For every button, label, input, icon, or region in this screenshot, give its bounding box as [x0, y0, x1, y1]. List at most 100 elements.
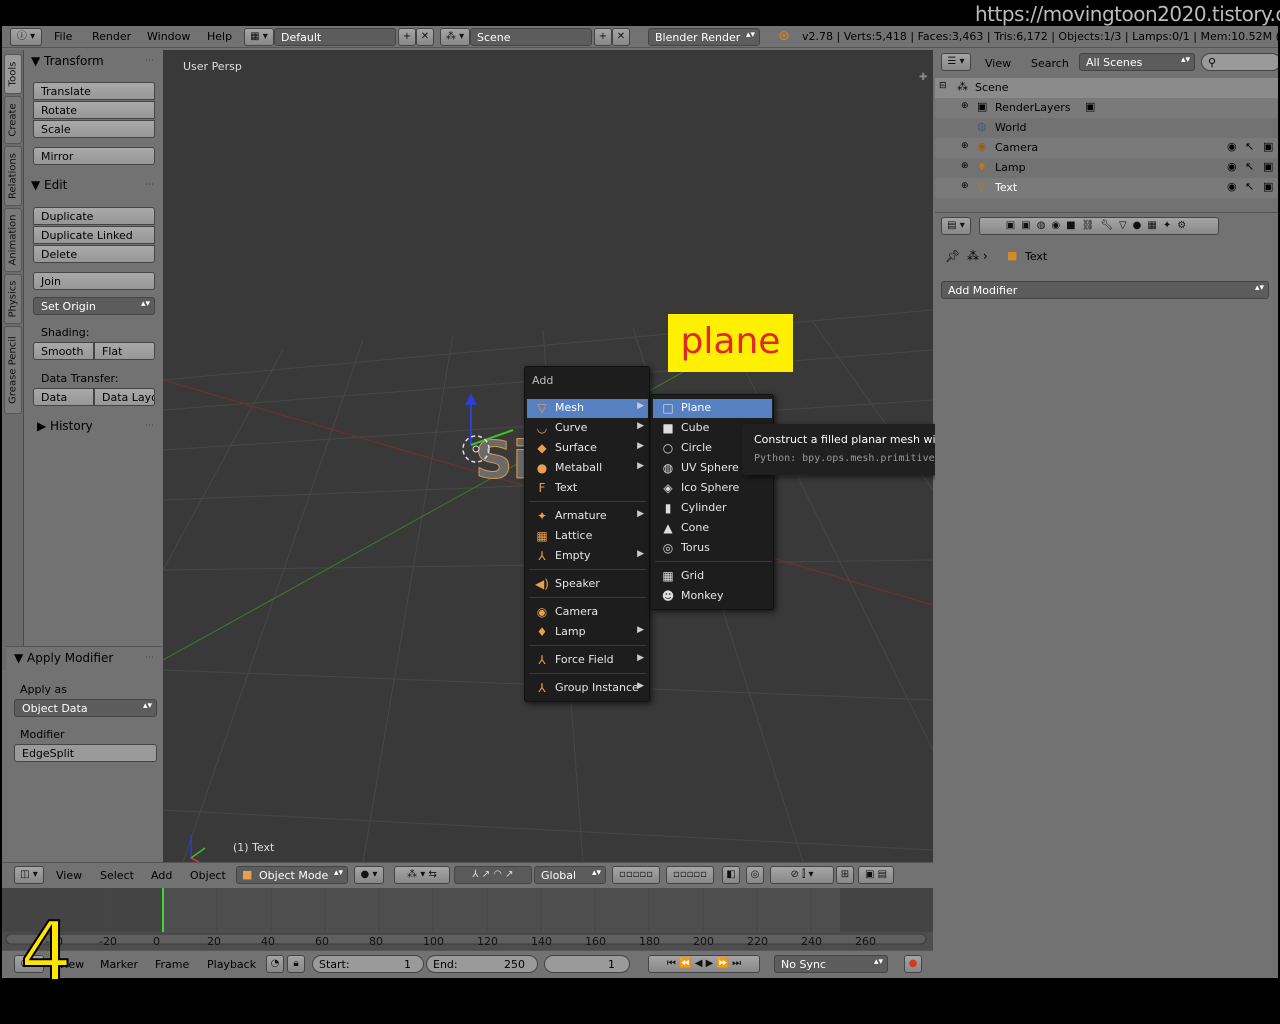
opengl-render-icons[interactable]: ▣ ▤	[858, 866, 894, 884]
add-modifier-select[interactable]: Add Modifier ▴▾	[941, 281, 1269, 299]
menu-item-plane[interactable]: □ Plane	[653, 399, 772, 418]
data-transfer-button[interactable]: Data	[33, 388, 94, 406]
renderability-camera-icon[interactable]: ▣	[1263, 160, 1273, 173]
record-icon[interactable]: ●	[904, 955, 922, 973]
menu-item-camera[interactable]: ◉ Camera	[527, 603, 648, 622]
menu-item-ico-sphere[interactable]: ◈ Ico Sphere	[653, 479, 772, 498]
scene-layers-1-icon[interactable]: ▫▫▫▫▫	[612, 866, 660, 884]
sync-mode-select[interactable]: No Sync ▴▾	[774, 955, 888, 973]
menu-item-text[interactable]: F Text	[527, 479, 648, 498]
menu-item-cone[interactable]: ▲ Cone	[653, 519, 772, 538]
expand-icon[interactable]: ⊕	[961, 101, 969, 111]
vp-menu-add[interactable]: Add	[151, 869, 172, 882]
panel-grip-icon[interactable]: ⋯	[145, 421, 154, 431]
snap-icons[interactable]: ⊘ ⫿ ▾	[770, 866, 834, 884]
outliner-row-scene[interactable]: ⊟ ⁂ Scene	[935, 78, 1278, 98]
menu-item-lattice[interactable]: ▦ Lattice	[527, 527, 648, 546]
timeline[interactable]: -40 -20 0 20 40 60 80 100 120 140 160 180 200 220 240 2…	[2, 888, 933, 950]
apply-as-select[interactable]: Object Data ▴▾	[14, 699, 157, 717]
expand-icon[interactable]: ⊕	[961, 161, 969, 171]
viewport-expand-icon[interactable]: ✚	[919, 72, 927, 83]
join-button[interactable]: Join	[33, 272, 155, 290]
preview-range-icon[interactable]: ◔	[266, 955, 284, 973]
visibility-eye-icon[interactable]: ◉	[1227, 180, 1237, 193]
expand-icon[interactable]: ⊕	[961, 141, 969, 151]
shade-smooth-button[interactable]: Smooth	[33, 342, 94, 360]
menu-help[interactable]: Help	[207, 30, 232, 43]
duplicate-linked-button[interactable]: Duplicate Linked	[33, 226, 155, 244]
lock-time-icon[interactable]: 🔒︎	[287, 955, 305, 973]
menu-item-lamp[interactable]: ♦ Lamp ▶	[527, 623, 648, 642]
panel-grip-icon[interactable]: ⋯	[145, 56, 154, 66]
menu-item-monkey[interactable]: ☻ Monkey	[653, 587, 772, 606]
vp-menu-object[interactable]: Object	[190, 869, 226, 882]
pivot-manipulator-icons[interactable]: ⁂ ▾ ⇆	[394, 866, 450, 884]
tab-tools[interactable]: Tools	[4, 54, 22, 94]
scene-name-field[interactable]: Scene	[470, 28, 592, 46]
selectability-cursor-icon[interactable]: ↖	[1245, 160, 1254, 173]
manipulator-icons[interactable]: ⅄ ↗ ◠ ↗	[454, 866, 532, 884]
menu-item-metaball[interactable]: ● Metaball ▶	[527, 459, 648, 478]
renderability-camera-icon[interactable]: ▣	[1263, 140, 1273, 153]
tl-menu-marker[interactable]: Marker	[100, 958, 138, 971]
visibility-eye-icon[interactable]: ◉	[1227, 140, 1237, 153]
menu-item-force-field[interactable]: ⅄ Force Field ▶	[527, 651, 648, 670]
mirror-button[interactable]: Mirror	[33, 147, 155, 165]
proportional-edit-icon[interactable]: ◎	[746, 866, 764, 884]
scene-layers-2-icon[interactable]: ▫▫▫▫▫	[666, 866, 714, 884]
tab-grease-pencil[interactable]: Grease Pencil	[4, 326, 22, 414]
info-editor-type-button[interactable]: ⓘ ▾	[10, 28, 42, 46]
shade-flat-button[interactable]: Flat	[94, 342, 155, 360]
render-preview-icon[interactable]: ⊞	[836, 866, 854, 884]
remove-layout-icon[interactable]: ✕	[416, 28, 434, 46]
set-origin-select[interactable]: Set Origin ▴▾	[33, 297, 155, 315]
outliner-menu-view[interactable]: View	[985, 57, 1011, 70]
visibility-eye-icon[interactable]: ◉	[1227, 160, 1237, 173]
translate-button[interactable]: Translate	[33, 82, 155, 100]
scene-selector-icon[interactable]: ⁂ ▾	[440, 28, 470, 46]
transform-orientation-select[interactable]: Global ▴▾	[534, 866, 606, 884]
menu-window[interactable]: Window	[147, 30, 190, 43]
menu-item-cylinder[interactable]: ▮ Cylinder	[653, 499, 772, 518]
outliner-menu-search[interactable]: Search	[1031, 57, 1069, 70]
tl-menu-frame[interactable]: Frame	[155, 958, 189, 971]
outliner-row-lamp[interactable]: ⊕ ♦ Lamp ◉ ↖ ▣	[935, 158, 1278, 178]
vp-menu-select[interactable]: Select	[100, 869, 134, 882]
transform-panel-header[interactable]: ▼ Transform	[31, 54, 104, 68]
tab-physics[interactable]: Physics	[4, 274, 22, 324]
render-engine-select[interactable]: Blender Render ▴▾	[648, 28, 760, 46]
selectability-cursor-icon[interactable]: ↖	[1245, 140, 1254, 153]
add-scene-icon[interactable]: +	[594, 28, 612, 46]
duplicate-button[interactable]: Duplicate	[33, 207, 155, 225]
modifier-field[interactable]: EdgeSplit	[14, 744, 157, 762]
menu-item-torus[interactable]: ◎ Torus	[653, 539, 772, 558]
menu-item-empty[interactable]: ⅄ Empty ▶	[527, 547, 648, 566]
vp-menu-view[interactable]: View	[56, 869, 82, 882]
start-frame-field[interactable]: Start: 1	[312, 955, 424, 973]
layout-selector-icon[interactable]: ▦ ▾	[244, 28, 274, 46]
properties-editor-type-button[interactable]: ▤ ▾	[941, 217, 971, 235]
outliner-row-renderlayers[interactable]: ⊕ ▣ RenderLayers ▣	[935, 98, 1278, 118]
tab-animation[interactable]: Animation	[4, 208, 22, 272]
menu-item-grid[interactable]: ▦ Grid	[653, 567, 772, 586]
collapse-icon[interactable]: ⊟	[939, 81, 947, 91]
outliner-row-camera[interactable]: ⊕ ◉ Camera ◉ ↖ ▣	[935, 138, 1278, 158]
scale-button[interactable]: Scale	[33, 120, 155, 138]
menu-item-curve[interactable]: ◡ Curve ▶	[527, 419, 648, 438]
panel-grip-icon[interactable]: ⋯	[145, 653, 154, 663]
outliner-row-text[interactable]: ⊕ ▽ Text ◉ ↖ ▣	[935, 178, 1278, 198]
end-frame-field[interactable]: End: 250	[426, 955, 538, 973]
menu-item-group-instance[interactable]: ⅄ Group Instance ▶	[527, 679, 648, 698]
playback-controls-icons[interactable]: ⏮ ⏪ ◀ ▶ ⏩ ⏭	[648, 955, 760, 973]
layout-name-field[interactable]: Default	[274, 28, 396, 46]
delete-button[interactable]: Delete	[33, 245, 155, 263]
menu-item-speaker[interactable]: ◀) Speaker	[527, 575, 648, 594]
editor-type-button[interactable]: ◫ ▾	[14, 866, 44, 884]
menu-render[interactable]: Render	[92, 30, 131, 43]
outliner-editor-type-button[interactable]: ☰ ▾	[941, 53, 971, 71]
rotate-button[interactable]: Rotate	[33, 101, 155, 119]
menu-file[interactable]: File	[54, 30, 72, 43]
outliner-search-input[interactable]: ⚲	[1201, 53, 1278, 71]
renderability-camera-icon[interactable]: ▣	[1263, 180, 1273, 193]
pin-icon[interactable]: 📌︎	[945, 249, 960, 263]
